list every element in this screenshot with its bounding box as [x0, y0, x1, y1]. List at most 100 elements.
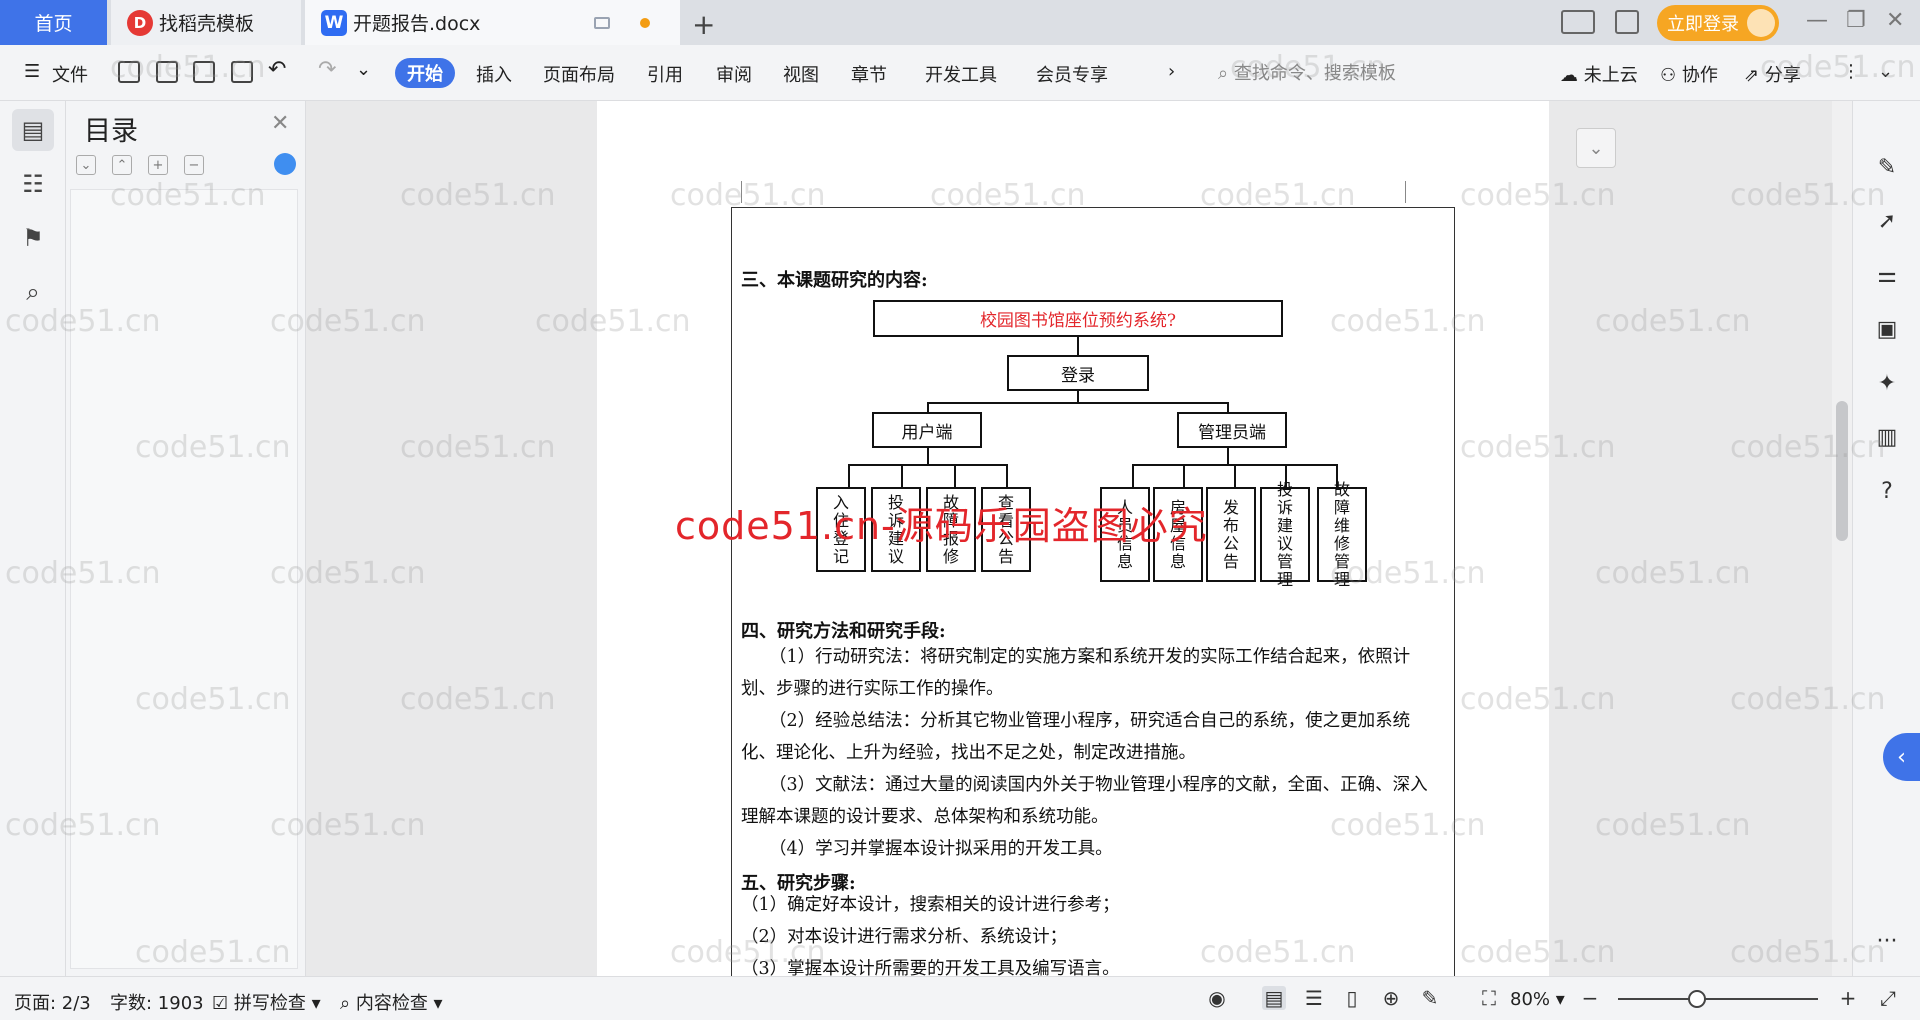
page-view-icon[interactable]: ▤ [1262, 986, 1286, 1010]
tab-template[interactable]: D 找稻壳模板 [111, 0, 301, 45]
new-tab-button[interactable]: + [692, 8, 715, 41]
web-view-icon[interactable]: ⊕ [1379, 986, 1403, 1010]
writer-logo-icon: W [321, 9, 347, 36]
collapse-ribbon-icon[interactable]: ⌄ [1878, 61, 1893, 82]
outline-view-icon[interactable]: ☰ [1302, 986, 1326, 1010]
find-icon[interactable]: ⌕ [12, 271, 54, 313]
connector [1077, 337, 1079, 357]
close-icon[interactable]: ✕ [271, 111, 289, 136]
page-indicator[interactable]: 页面: 2/3 [14, 989, 91, 1015]
menu-references[interactable]: 引用 [647, 61, 683, 87]
tab-template-label: 找稻壳模板 [159, 13, 255, 35]
content-check-button[interactable]: ⌕ 内容检查 ▾ [340, 989, 443, 1015]
hamburger-icon[interactable]: ☰ [24, 61, 40, 82]
content-check-label: 内容检查 [355, 993, 428, 1014]
share-button[interactable]: ⇗ 分享 [1744, 61, 1801, 87]
bookmark-icon[interactable]: ⚑ [12, 217, 54, 259]
scrollbar-thumb[interactable] [1836, 401, 1848, 541]
collab-button[interactable]: ⚇ 协作 [1660, 61, 1718, 87]
menu-start[interactable]: 开始 [395, 58, 455, 88]
adjust-icon[interactable]: ⚌ [1873, 261, 1901, 289]
close-icon[interactable]: ✕ [1886, 8, 1904, 33]
word-count[interactable]: 字数: 1903 [110, 989, 204, 1015]
quick-access-dropdown-icon[interactable]: ⌄ [356, 59, 371, 80]
menu-chapter[interactable]: 章节 [851, 61, 887, 87]
zoom-value: 80% [1510, 989, 1551, 1010]
content-check-icon: ⌕ [340, 993, 351, 1014]
zoom-out-icon[interactable]: − [1578, 986, 1602, 1010]
paragraph: （4）学习并掌握本设计拟采用的开发工具。 [769, 839, 1113, 859]
right-sidebar: ✎ ➚ ⚌ ▣ ✦ ▥ ? ··· [1852, 101, 1920, 976]
crop-mark [741, 181, 742, 203]
zoom-level[interactable]: 80% ▾ [1510, 989, 1565, 1010]
leaf-label: 投诉建议管理 [1277, 479, 1294, 589]
more-icon[interactable]: ··· [1873, 927, 1901, 955]
pen-icon[interactable]: ✎ [1873, 153, 1901, 181]
add-heading-icon[interactable]: + [148, 155, 168, 175]
connector [1227, 448, 1229, 465]
tab-document[interactable]: W 开题报告.docx [305, 0, 680, 45]
leaf-label: 故障维修管理 [1334, 479, 1351, 589]
unsaved-dot-icon [640, 17, 650, 28]
diagram-root: 校园图书馆座位预约系统? [873, 300, 1283, 337]
cloud-status[interactable]: ☁ 未上云 [1560, 61, 1638, 87]
toc-toggle-icon[interactable]: ▤ [12, 109, 54, 151]
save-icon[interactable] [118, 61, 140, 83]
menu-member[interactable]: 会员专享 [1036, 61, 1108, 87]
diagram-login: 登录 [1007, 355, 1149, 391]
menu-file[interactable]: 文件 [52, 61, 88, 87]
spell-check-button[interactable]: ☑ 拼写检查 ▾ [212, 989, 321, 1015]
reader-icon[interactable]: ▥ [1873, 423, 1901, 451]
search-input[interactable]: 查找命令、搜索模板 [1234, 63, 1396, 84]
print-icon[interactable] [193, 61, 215, 83]
page-dropdown-icon[interactable]: ⌄ [1576, 128, 1616, 168]
menu-view[interactable]: 视图 [783, 61, 819, 87]
restore-icon[interactable]: ❐ [1846, 8, 1866, 33]
monitor-icon[interactable] [594, 16, 610, 29]
minimize-icon[interactable]: — [1806, 8, 1828, 33]
command-search[interactable]: ⌕ 查找命令、搜索模板 [1218, 59, 1396, 85]
more-options-icon[interactable]: ⋮ [1842, 61, 1860, 82]
watermark: code51.cn [1595, 304, 1751, 339]
help-icon[interactable]: ? [1873, 477, 1901, 505]
spell-check-label: 拼写检查 [233, 993, 306, 1014]
zoom-slider[interactable] [1618, 998, 1818, 1000]
menu-insert[interactable]: 插入 [476, 61, 512, 87]
remove-heading-icon[interactable]: − [184, 155, 204, 175]
print-preview-icon[interactable] [231, 61, 253, 83]
tab-home[interactable]: 首页 [0, 0, 107, 45]
spell-check-icon: ☑ [212, 993, 229, 1014]
diagram-leaf: 投诉建议管理 [1260, 480, 1310, 588]
redo-icon[interactable]: ↷ [318, 57, 336, 82]
cursor-icon[interactable]: ➚ [1873, 207, 1901, 235]
expand-all-icon[interactable]: ⌄ [76, 155, 96, 175]
layout-icon[interactable] [1561, 10, 1595, 34]
menu-developer[interactable]: 开发工具 [925, 61, 997, 87]
fit-page-icon[interactable]: ⛶ [1477, 986, 1501, 1010]
navigation-icon[interactable]: ☷ [12, 163, 54, 205]
vertical-scrollbar[interactable] [1832, 101, 1852, 976]
export-icon[interactable] [156, 61, 178, 83]
tab-document-label: 开题报告.docx [353, 13, 481, 35]
fullscreen-icon[interactable]: ⤢ [1876, 986, 1900, 1010]
collapse-all-icon[interactable]: ⌃ [112, 155, 132, 175]
paragraph: （2）经验总结法：分析其它物业管理小程序，研究适合自己的系统，使之更加系统化、理… [741, 711, 1411, 763]
cloud-label: 未上云 [1583, 65, 1638, 86]
undo-icon[interactable]: ↶ [268, 57, 286, 82]
zoom-slider-handle[interactable] [1688, 990, 1706, 1008]
more-menu-icon[interactable]: › [1168, 61, 1175, 82]
zoom-in-icon[interactable]: + [1836, 986, 1860, 1010]
toc-list[interactable] [70, 189, 298, 969]
menu-review[interactable]: 审阅 [716, 61, 752, 87]
image-tool-icon[interactable]: ▣ [1873, 315, 1901, 343]
write-mode-icon[interactable]: ✎ [1418, 986, 1442, 1010]
diagram-leaf: 发布公告 [1206, 487, 1256, 582]
assistant-icon[interactable]: ✦ [1873, 369, 1901, 397]
reading-view-icon[interactable]: ▯ [1340, 986, 1364, 1010]
avatar [1747, 9, 1775, 37]
apps-grid-icon[interactable] [1615, 10, 1639, 34]
smart-toc-icon[interactable] [274, 153, 296, 175]
eye-protection-icon[interactable]: ◉ [1205, 986, 1229, 1010]
login-button[interactable]: 立即登录 [1657, 5, 1779, 41]
menu-page-layout[interactable]: 页面布局 [543, 61, 615, 87]
